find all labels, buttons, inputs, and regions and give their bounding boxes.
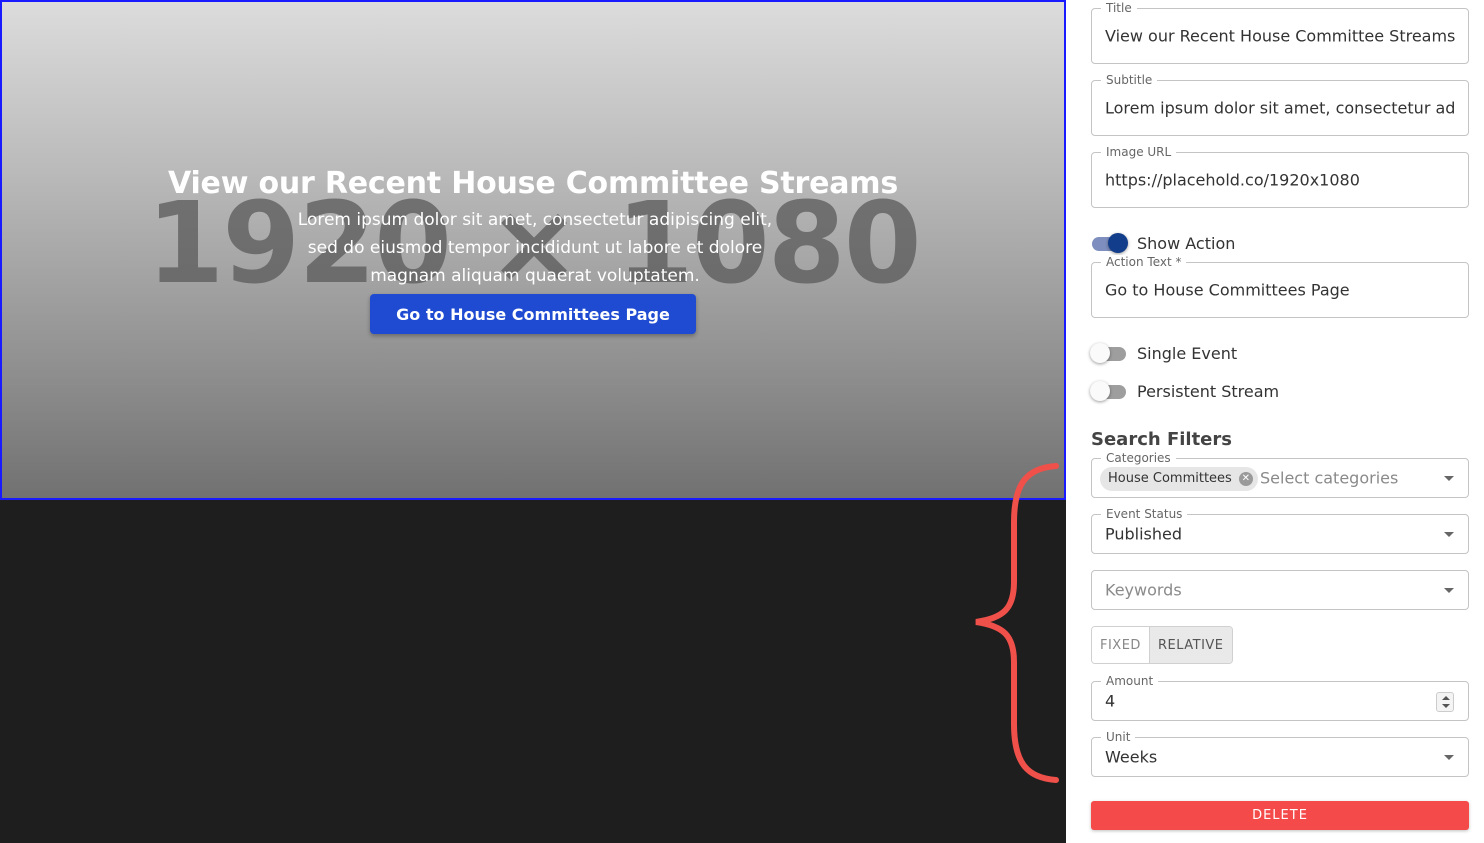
show-action-label: Show Action: [1137, 234, 1236, 253]
hero-title: View our Recent House Committee Streams: [167, 166, 899, 201]
keywords-select[interactable]: Keywords: [1091, 570, 1469, 610]
unit-label: Unit: [1101, 730, 1136, 744]
single-event-toggle[interactable]: [1090, 343, 1128, 363]
relative-mode-button[interactable]: RELATIVE: [1148, 627, 1232, 663]
image-url-field[interactable]: Image URL https://placehold.co/1920x1080: [1091, 145, 1469, 208]
chevron-down-icon[interactable]: [1444, 755, 1454, 760]
action-text-field[interactable]: Action Text * Go to House Committees Pag…: [1091, 255, 1469, 318]
title-label: Title: [1101, 1, 1137, 15]
number-stepper-icon[interactable]: [1436, 692, 1454, 712]
hero-preview: 1920 × 1080 View our Recent House Commit…: [0, 0, 1066, 500]
chevron-down-icon[interactable]: [1444, 532, 1454, 537]
categories-placeholder[interactable]: Select categories: [1260, 469, 1455, 488]
show-action-toggle[interactable]: [1090, 233, 1128, 253]
curly-brace-annotation: [975, 463, 1059, 783]
keywords-placeholder[interactable]: Keywords: [1105, 581, 1455, 600]
persistent-stream-toggle[interactable]: [1090, 381, 1128, 401]
event-status-select[interactable]: Event Status Published: [1091, 507, 1469, 554]
event-status-label: Event Status: [1101, 507, 1188, 521]
delete-button[interactable]: DELETE: [1091, 801, 1469, 830]
title-input[interactable]: View our Recent House Committee Streams: [1105, 27, 1455, 46]
toggle-thumb: [1090, 381, 1110, 401]
title-field[interactable]: Title View our Recent House Committee St…: [1091, 1, 1469, 64]
settings-panel: Title View our Recent House Committee St…: [1066, 0, 1484, 843]
date-mode-toggle-group: FIXED RELATIVE: [1091, 626, 1233, 664]
toggle-thumb: [1090, 343, 1110, 363]
image-url-label: Image URL: [1101, 145, 1177, 159]
category-chip-label: House Committees: [1108, 471, 1232, 486]
amount-field[interactable]: Amount 4: [1091, 674, 1469, 721]
single-event-label: Single Event: [1137, 344, 1238, 363]
chip-remove-icon[interactable]: ✕: [1238, 472, 1253, 486]
category-chip[interactable]: House Committees ✕: [1100, 467, 1258, 491]
categories-select[interactable]: Categories House Committees ✕ Select cat…: [1091, 451, 1469, 498]
amount-input[interactable]: 4: [1105, 692, 1455, 711]
amount-label: Amount: [1101, 674, 1159, 688]
subtitle-label: Subtitle: [1101, 73, 1158, 87]
hero-action-button[interactable]: Go to House Committees Page: [370, 294, 696, 334]
categories-label: Categories: [1101, 451, 1176, 465]
event-status-value[interactable]: Published: [1105, 525, 1455, 544]
unit-select[interactable]: Unit Weeks: [1091, 730, 1469, 777]
persistent-stream-label: Persistent Stream: [1137, 382, 1280, 401]
image-url-input[interactable]: https://placehold.co/1920x1080: [1105, 171, 1455, 190]
subtitle-input[interactable]: Lorem ipsum dolor sit amet, consectetur …: [1105, 99, 1455, 118]
search-filters-heading: Search Filters: [1091, 429, 1232, 450]
subtitle-field[interactable]: Subtitle Lorem ipsum dolor sit amet, con…: [1091, 73, 1469, 136]
action-text-label: Action Text *: [1101, 255, 1187, 269]
chevron-down-icon[interactable]: [1444, 476, 1454, 481]
action-text-input[interactable]: Go to House Committees Page: [1105, 281, 1455, 300]
unit-value[interactable]: Weeks: [1105, 748, 1455, 767]
fixed-mode-button[interactable]: FIXED: [1092, 627, 1149, 663]
chevron-down-icon[interactable]: [1444, 588, 1454, 593]
toggle-thumb: [1108, 233, 1128, 253]
hero-subtitle: Lorem ipsum dolor sit amet, consectetur …: [297, 210, 773, 286]
